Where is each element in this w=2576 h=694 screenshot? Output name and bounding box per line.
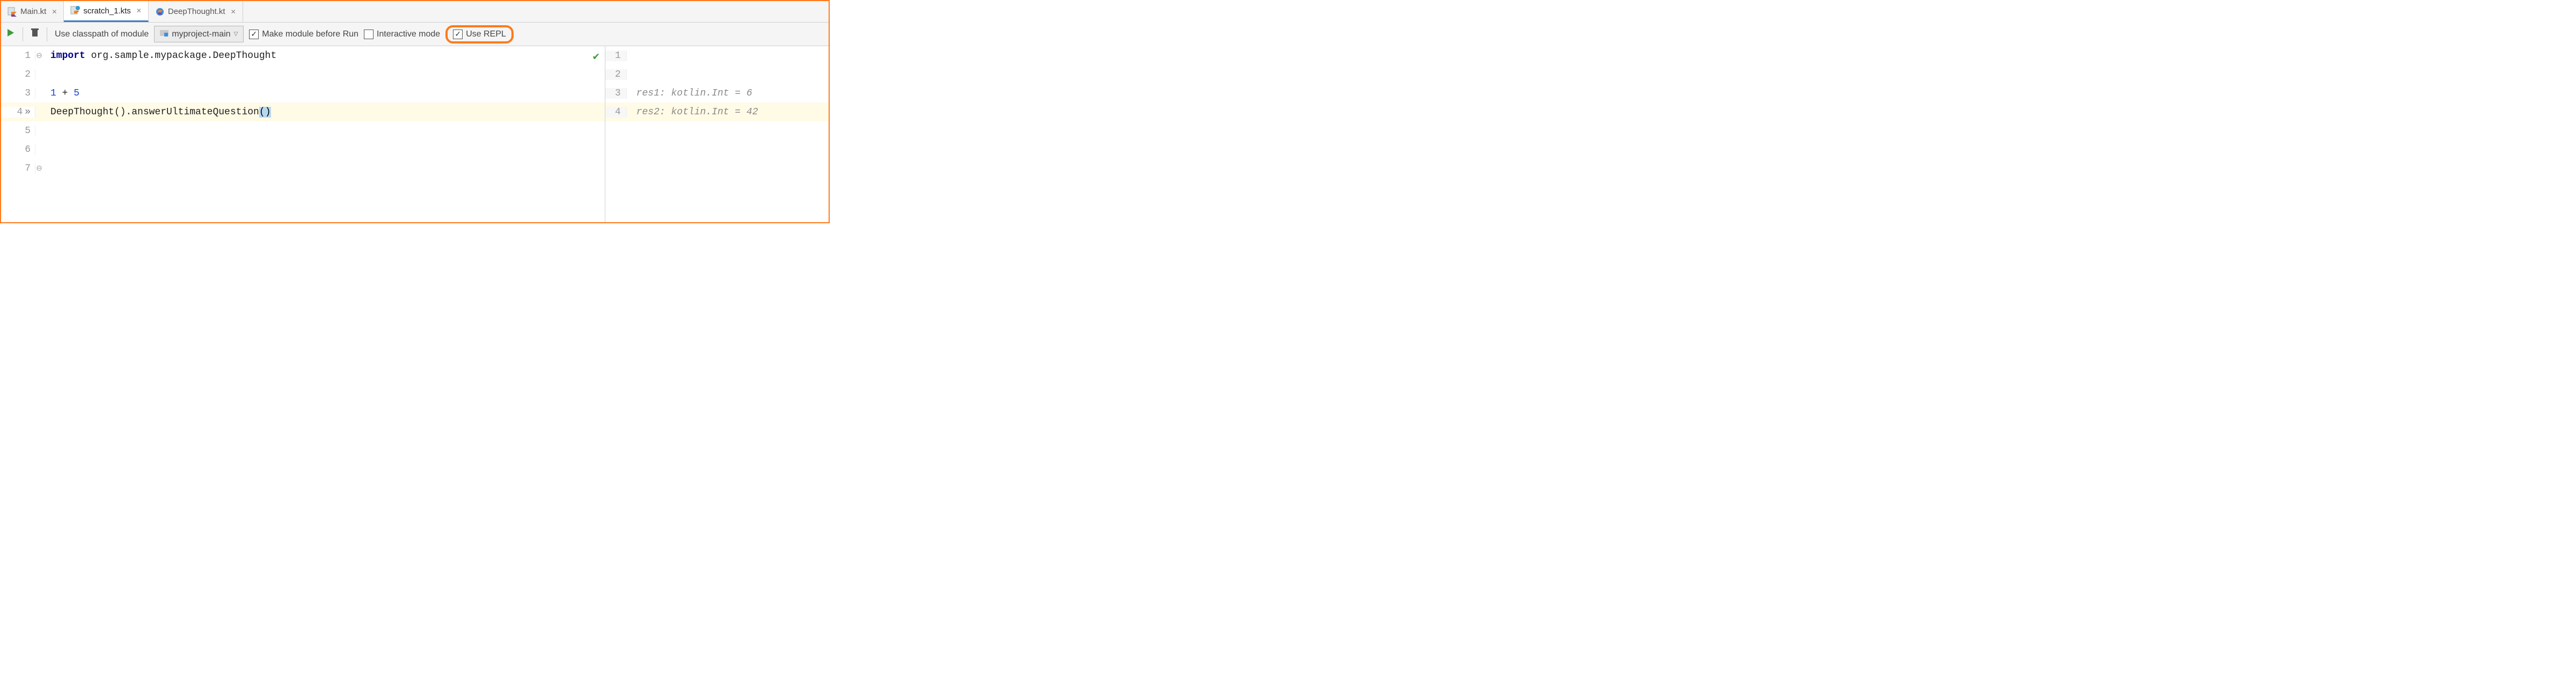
checkbox-box: ✓: [453, 30, 463, 39]
tab-deepthought-kt[interactable]: DeepThought.kt ✕: [149, 1, 243, 22]
line-gutter: 4: [605, 107, 627, 118]
code-text[interactable]: 1 + 5: [43, 88, 79, 99]
line-gutter[interactable]: 7: [1, 163, 35, 174]
editor-tabs: Main.kt ✕ scratch_1.kts ✕ DeepThought.kt…: [1, 1, 829, 23]
line-gutter[interactable]: 6: [1, 144, 35, 155]
code-line[interactable]: 3 1 + 5: [1, 84, 605, 103]
line-gutter[interactable]: 1: [1, 50, 35, 61]
interactive-mode-checkbox[interactable]: Interactive mode: [364, 30, 440, 39]
fold-marker-icon[interactable]: ⊖: [35, 50, 43, 62]
checkbox-label: Use REPL: [466, 30, 506, 39]
inspection-ok-icon: ✔: [593, 49, 599, 63]
tab-label: Main.kt: [20, 7, 46, 16]
line-gutter: 1: [605, 50, 627, 61]
tab-main-kt[interactable]: Main.kt ✕: [1, 1, 64, 22]
code-text[interactable]: DeepThought().answerUltimateQuestion(): [43, 107, 271, 118]
kotlin-class-icon: [155, 7, 165, 17]
scratch-toolbar: Use classpath of module myproject-main ▽…: [1, 23, 829, 46]
module-selector[interactable]: myproject-main ▽: [154, 26, 244, 42]
result-text: res1: kotlin.Int = 6: [627, 88, 752, 99]
result-text: res2: kotlin.Int = 42: [627, 107, 758, 118]
result-line: 3res1: kotlin.Int = 6: [605, 84, 829, 103]
line-gutter: 2: [605, 69, 627, 80]
line-gutter[interactable]: 3: [1, 88, 35, 99]
result-pane: 123res1: kotlin.Int = 64res2: kotlin.Int…: [605, 46, 829, 222]
close-icon[interactable]: ✕: [52, 8, 57, 16]
checkbox-box: [364, 30, 374, 39]
classpath-label: Use classpath of module: [55, 30, 149, 39]
code-line[interactable]: 1⊖import org.sample.mypackage.DeepThough…: [1, 46, 605, 65]
module-name: myproject-main: [172, 30, 230, 39]
chevron-down-icon: ▽: [234, 31, 238, 37]
editor-area: ✔ 1⊖import org.sample.mypackage.DeepThou…: [1, 46, 829, 222]
use-repl-highlight: ✓ Use REPL: [445, 25, 514, 43]
tab-scratch-1[interactable]: scratch_1.kts ✕: [64, 1, 148, 22]
checkbox-box: ✓: [249, 30, 259, 39]
result-line: 1: [605, 46, 829, 65]
code-line[interactable]: 6: [1, 140, 605, 159]
clear-button[interactable]: [31, 28, 39, 40]
result-line: 2: [605, 65, 829, 84]
tab-label: scratch_1.kts: [83, 6, 130, 16]
code-line[interactable]: 2: [1, 65, 605, 84]
kotlin-file-icon: [8, 7, 17, 17]
code-text[interactable]: import org.sample.mypackage.DeepThought: [43, 50, 276, 61]
folder-icon: [160, 28, 169, 40]
close-icon[interactable]: ✕: [231, 8, 236, 16]
kotlin-scratch-icon: [70, 6, 80, 16]
make-module-checkbox[interactable]: ✓ Make module before Run: [249, 30, 358, 39]
tab-label: DeepThought.kt: [168, 7, 225, 16]
code-line[interactable]: 4 » DeepThought().answerUltimateQuestion(…: [1, 103, 605, 121]
code-line[interactable]: 7⊖: [1, 159, 605, 178]
checkbox-label: Make module before Run: [262, 30, 358, 39]
use-repl-checkbox[interactable]: ✓ Use REPL: [453, 30, 506, 39]
code-pane[interactable]: ✔ 1⊖import org.sample.mypackage.DeepThou…: [1, 46, 605, 222]
fold-marker-icon[interactable]: ⊖: [35, 163, 43, 174]
checkbox-label: Interactive mode: [377, 30, 440, 39]
line-gutter[interactable]: 2: [1, 69, 35, 80]
code-line[interactable]: 5: [1, 121, 605, 140]
close-icon[interactable]: ✕: [136, 7, 142, 14]
line-gutter: 3: [605, 88, 627, 99]
line-gutter[interactable]: 5: [1, 126, 35, 136]
line-gutter[interactable]: 4 »: [1, 107, 35, 118]
run-button[interactable]: [6, 28, 15, 40]
result-line: 4res2: kotlin.Int = 42: [605, 103, 829, 121]
